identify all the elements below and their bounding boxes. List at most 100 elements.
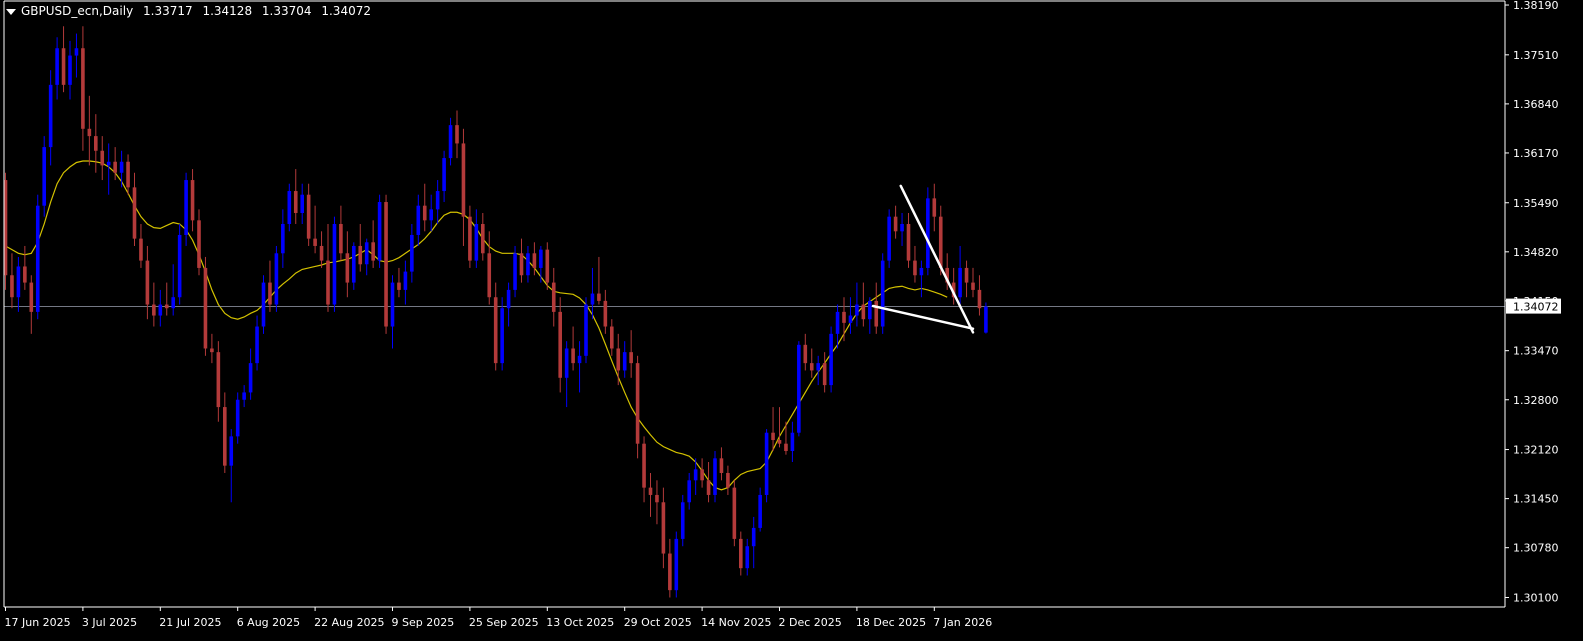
candle-body	[739, 538, 743, 569]
y-tick-label: 1.37510	[1513, 49, 1559, 62]
candle	[564, 341, 569, 408]
candle-body	[152, 304, 156, 316]
candle-body	[629, 352, 633, 364]
candle-body	[771, 432, 775, 441]
x-tick-label: 13 Oct 2025	[546, 616, 614, 629]
candle-body	[145, 260, 150, 305]
candle	[790, 421, 795, 462]
candle-body	[23, 266, 27, 283]
moving-average-layer	[4, 160, 1505, 491]
candle-body	[590, 293, 595, 305]
candle	[364, 238, 369, 276]
candle	[977, 275, 982, 316]
candle-body	[958, 267, 962, 298]
candle-body	[842, 311, 846, 323]
candle	[513, 245, 517, 298]
candle-body	[339, 223, 343, 254]
candle-body	[468, 216, 472, 261]
candle	[577, 341, 582, 393]
candle	[932, 183, 937, 232]
candle	[880, 253, 885, 334]
candle	[422, 183, 427, 232]
candle	[926, 187, 930, 276]
candle-body	[706, 480, 711, 495]
candle	[190, 169, 195, 232]
candle-body	[984, 306, 988, 333]
x-tick-label: 14 Nov 2025	[701, 616, 771, 629]
candle-body	[255, 326, 259, 364]
candle	[319, 231, 324, 268]
candle-body	[203, 267, 208, 349]
candle-body	[822, 363, 827, 386]
candle-body	[506, 289, 511, 309]
candle	[235, 392, 240, 444]
candle	[551, 267, 556, 327]
candle-body	[158, 304, 163, 316]
candle-body	[448, 125, 453, 159]
candle	[635, 355, 640, 459]
candle	[758, 487, 762, 532]
x-tick-label: 9 Sep 2025	[392, 616, 455, 629]
candle	[493, 282, 498, 371]
candle	[648, 472, 653, 517]
candle-body	[758, 494, 762, 528]
candle	[822, 352, 827, 393]
candle-body	[410, 234, 414, 272]
candle-body	[268, 282, 272, 305]
y-tick-label: 1.30780	[1513, 542, 1559, 555]
candle-body	[532, 253, 537, 268]
candle-body	[113, 161, 117, 173]
x-tick-label: 3 Jul 2025	[82, 616, 137, 629]
candle-body	[861, 304, 866, 320]
candle-body	[248, 363, 253, 393]
candle-body	[693, 469, 698, 481]
candle	[416, 194, 421, 246]
candle	[177, 223, 182, 305]
candle-body	[190, 180, 195, 221]
candle-body	[519, 253, 524, 276]
candle-body	[887, 216, 891, 261]
candle	[10, 253, 14, 309]
candle-body	[223, 407, 227, 466]
candle	[429, 194, 433, 232]
candle	[293, 169, 298, 224]
price-chart[interactable]: 1.38190 1.37510 1.36840 1.36170 1.35490 1.348…	[0, 0, 1583, 641]
candle-body	[397, 282, 401, 290]
candle	[455, 110, 459, 159]
candle-body	[42, 147, 46, 206]
candle-body	[751, 527, 756, 547]
candle-body	[919, 267, 924, 276]
candle-body	[216, 352, 221, 408]
candle	[397, 267, 401, 298]
candle-body	[938, 216, 943, 268]
candle-body	[964, 267, 969, 283]
candle-body	[287, 191, 292, 224]
candle	[442, 150, 446, 203]
candle	[210, 333, 214, 364]
candle	[680, 494, 685, 547]
candle-body	[35, 205, 40, 312]
candle	[274, 245, 279, 312]
candle-body	[597, 293, 601, 301]
candle	[216, 341, 221, 422]
pattern-trendline	[871, 304, 975, 330]
candle	[184, 172, 188, 246]
candle-body	[332, 223, 337, 305]
candle-body	[481, 223, 485, 254]
candle-body	[906, 223, 911, 261]
candle-body	[868, 300, 872, 320]
candle-body	[577, 355, 582, 364]
candle-body	[435, 191, 440, 210]
candle-body	[87, 128, 92, 137]
x-tick-label: 29 Oct 2025	[624, 616, 692, 629]
candle	[706, 461, 711, 503]
candle	[687, 472, 691, 510]
candle	[719, 447, 724, 481]
candle-body	[926, 198, 930, 268]
y-tick-label: 1.35490	[1513, 197, 1559, 210]
candle-body	[526, 253, 530, 276]
candle-body	[10, 275, 14, 298]
candle-body	[358, 245, 363, 265]
candle	[126, 154, 130, 195]
candle	[171, 264, 175, 316]
